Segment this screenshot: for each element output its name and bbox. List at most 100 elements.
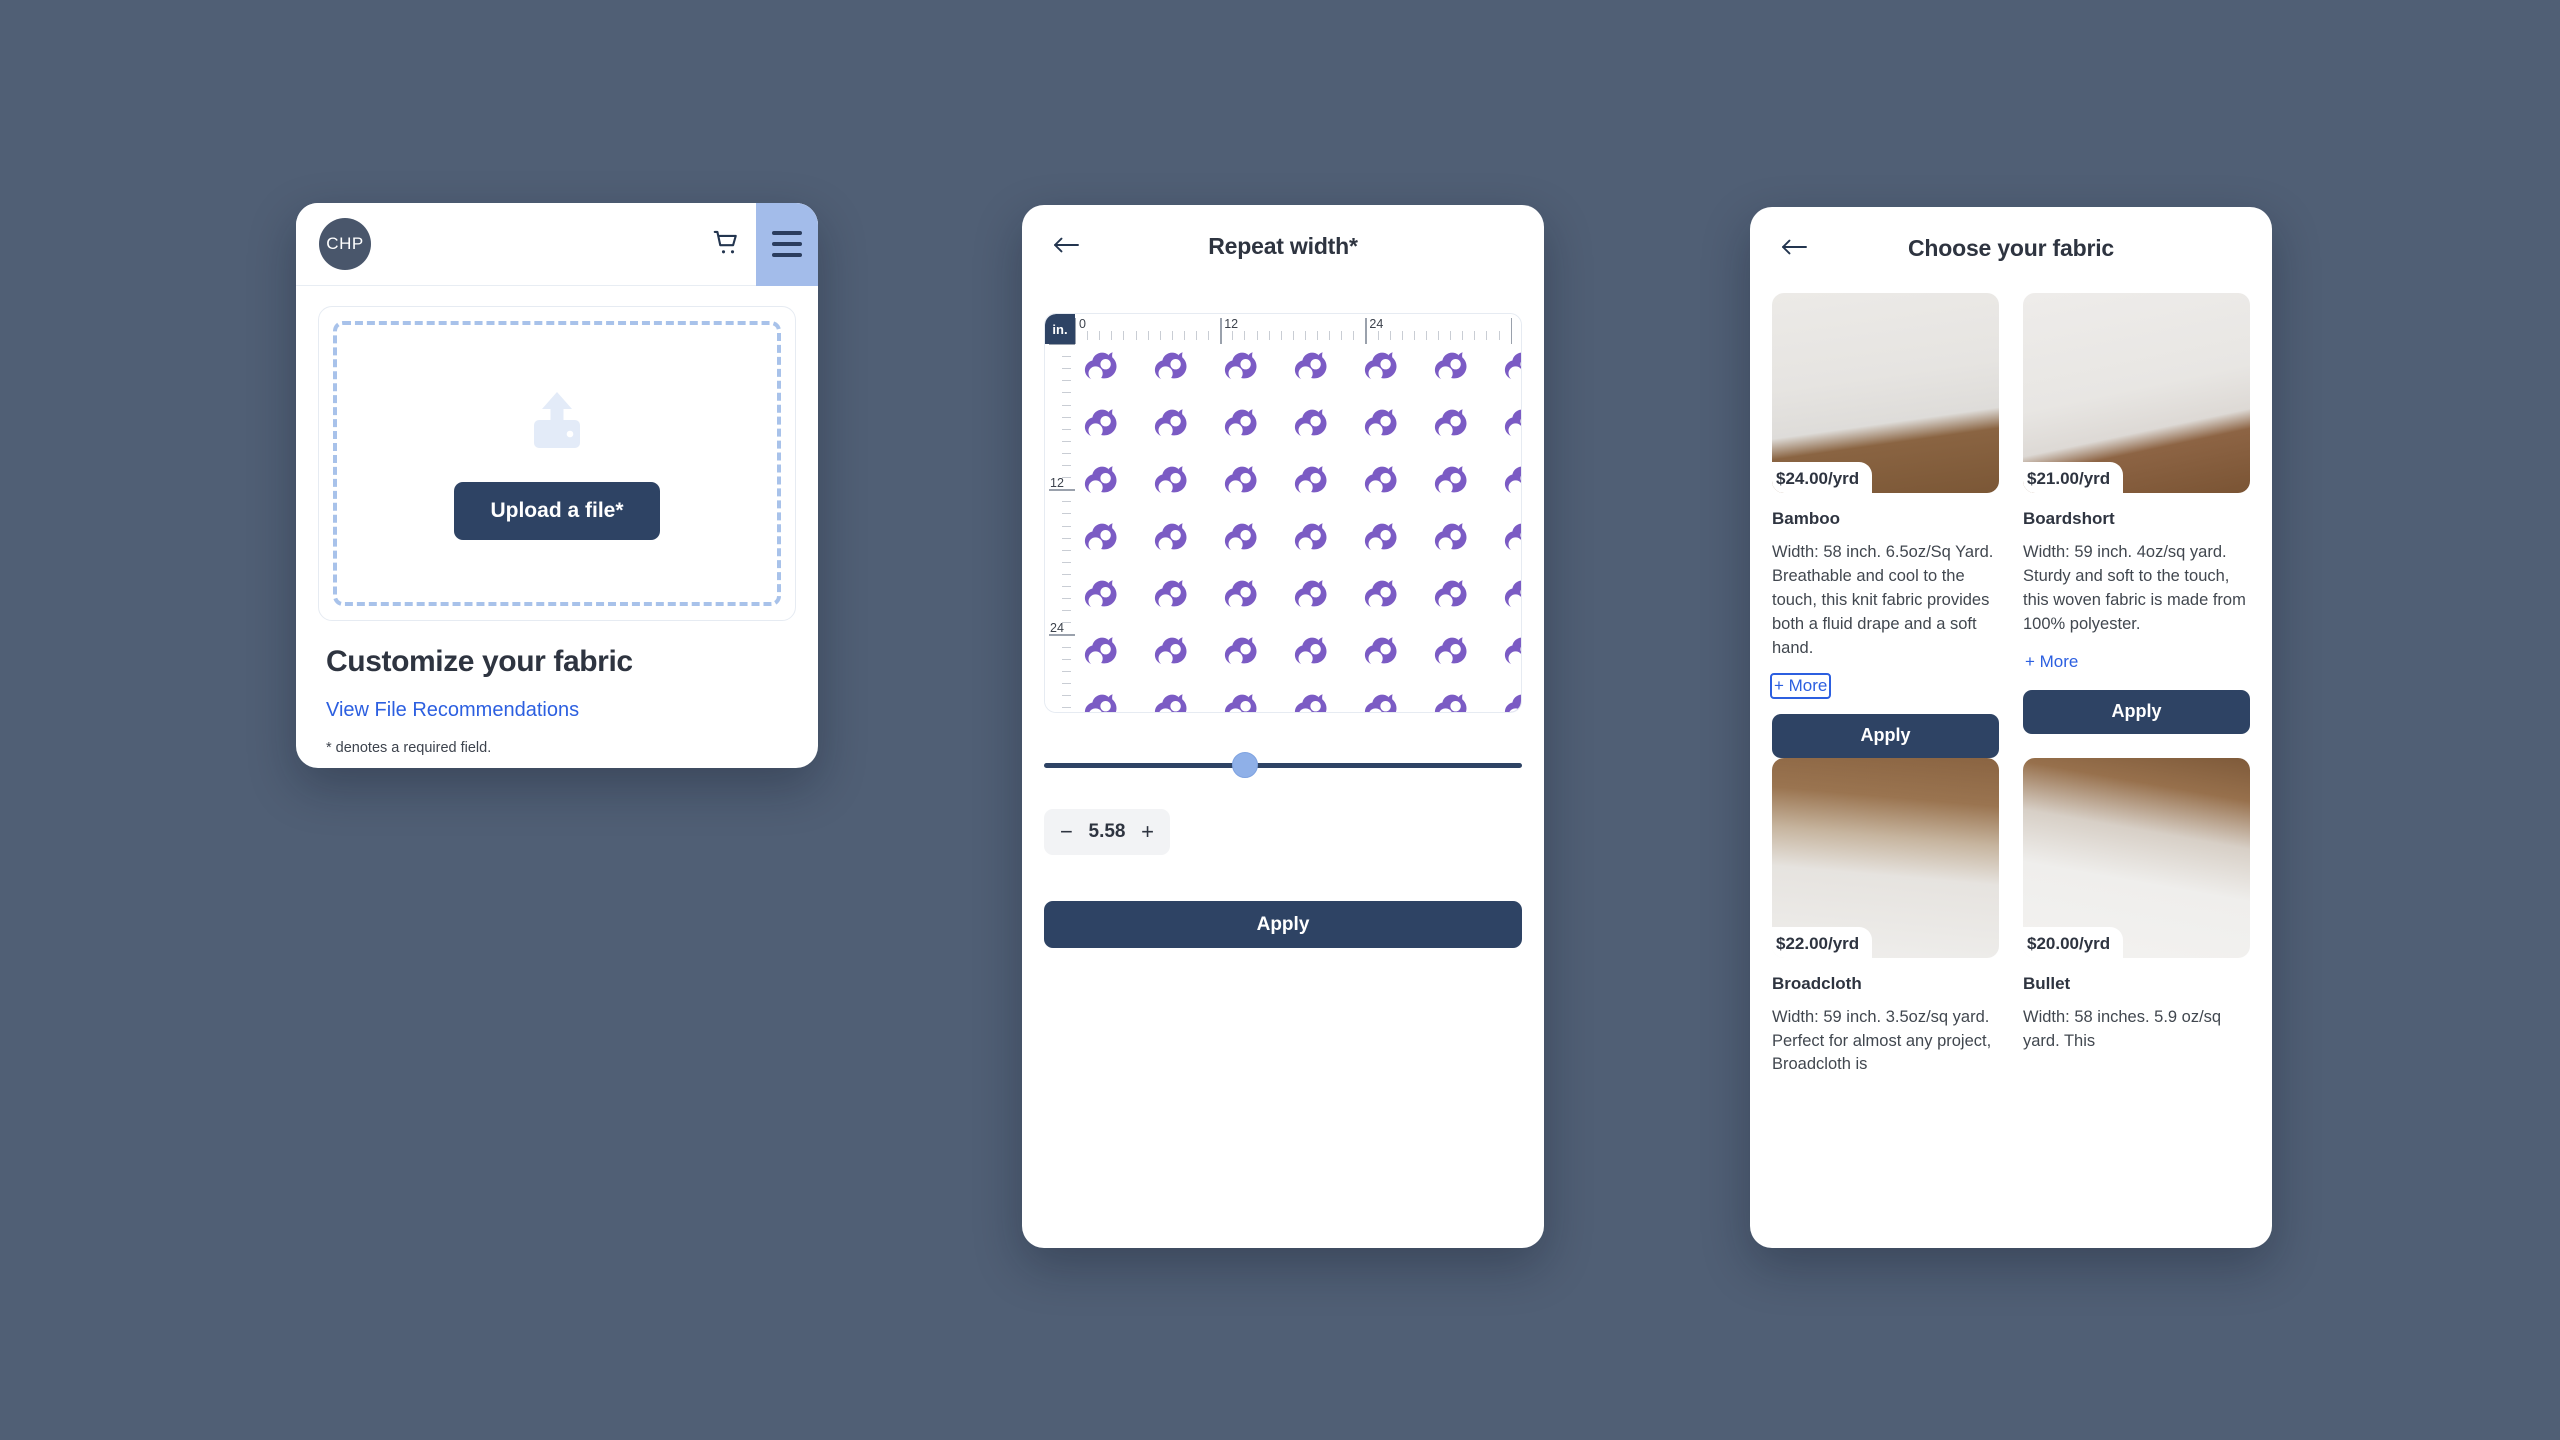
pattern-motif <box>1151 576 1191 616</box>
pattern-motif <box>1221 405 1261 445</box>
ruler-tick <box>1365 318 1367 344</box>
pattern-motif <box>1221 576 1261 616</box>
apply-button[interactable]: Apply <box>1772 713 1999 758</box>
fabric-swatch[interactable]: $24.00/yrd <box>1772 293 1999 493</box>
fabric-description: Width: 59 inch. 3.5oz/sq yard. Perfect f… <box>1772 1007 1992 1074</box>
pattern-motif <box>1431 462 1471 502</box>
ruler-tick <box>1317 331 1318 340</box>
ruler-tick <box>1062 356 1071 358</box>
shopping-cart-icon <box>712 228 742 261</box>
pattern-motif <box>1221 690 1261 712</box>
fabric-card[interactable]: $21.00/yrd Boardshort Width: 59 inch. 4oz/… <box>2023 293 2250 734</box>
pattern-motif <box>1431 576 1471 616</box>
ruler-tick <box>1062 501 1071 503</box>
hamburger-menu-icon-bar <box>772 242 802 246</box>
choose-fabric-panel: Choose your fabric $24.00/yrd Bamboo Width… <box>1750 207 2272 1248</box>
logo-badge[interactable]: CHP <box>319 218 371 270</box>
ruler-tick <box>1062 440 1071 442</box>
hamburger-menu-icon-bar <box>772 253 802 257</box>
pattern-motif <box>1081 690 1121 712</box>
horizontal-ruler: 0 12 24 <box>1045 314 1521 344</box>
ruler-tick <box>1147 331 1149 340</box>
ruler-tick <box>1062 513 1071 515</box>
ruler-tick <box>1062 452 1071 454</box>
pattern-motif <box>1501 348 1521 388</box>
pattern-motif <box>1081 633 1121 673</box>
price-badge: $20.00/yrd <box>2023 926 2124 958</box>
ruler-tick <box>1062 549 1071 551</box>
apply-button[interactable]: Apply <box>1044 901 1522 948</box>
ruler-tick <box>1123 331 1125 340</box>
ruler-tick <box>1062 694 1071 696</box>
ruler-label: 24 <box>1050 621 1064 636</box>
back-button[interactable] <box>1048 228 1084 264</box>
fabric-card[interactable]: $20.00/yrd Bullet Width: 58 inches. 5.9 oz… <box>2023 757 2250 1054</box>
fabric-swatch[interactable]: $20.00/yrd <box>2023 757 2250 958</box>
decrement-button[interactable]: − <box>1058 821 1075 843</box>
ruler-label: 0 <box>1079 317 1086 331</box>
repeat-width-slider[interactable] <box>1044 751 1522 779</box>
pattern-motif <box>1501 576 1521 616</box>
ruler-tick <box>1111 331 1113 340</box>
pattern-motif <box>1361 348 1401 388</box>
ruler-tick <box>1087 331 1089 340</box>
pattern-motif <box>1151 405 1191 445</box>
ruler-tick <box>1268 331 1270 340</box>
view-file-recommendations-link[interactable]: View File Recommendations <box>326 699 579 722</box>
more-link[interactable]: + More <box>1769 672 1832 699</box>
app-header: CHP <box>296 203 818 286</box>
back-button[interactable] <box>1776 230 1812 266</box>
ruler-tick <box>1062 598 1071 600</box>
screen: CHP Upload a file* Customize your fabric… <box>0 0 2560 1440</box>
shopping-cart-button[interactable] <box>698 203 756 286</box>
fabric-card[interactable]: $24.00/yrd Bamboo Width: 58 inch. 6.5oz/Sq… <box>1769 293 1999 758</box>
ruler-tick <box>1075 318 1077 344</box>
slider-track <box>1044 762 1522 768</box>
ruler-tick <box>1159 331 1161 340</box>
ruler-tick <box>1062 610 1071 612</box>
pattern-motif <box>1081 576 1121 616</box>
price-badge: $21.00/yrd <box>2023 462 2124 493</box>
ruler-tick <box>1062 404 1071 406</box>
hamburger-menu-button[interactable] <box>756 203 818 286</box>
ruler-tick <box>1062 368 1071 370</box>
upload-file-button[interactable]: Upload a file* <box>454 481 660 540</box>
fabric-card[interactable]: $22.00/yrd Broadcloth Width: 59 inch. 3.5o… <box>1772 757 1999 1078</box>
pattern-motif <box>1361 690 1401 712</box>
stepper-value: 5.58 <box>1088 821 1126 842</box>
ruler-tick <box>1208 331 1210 340</box>
ruler-tick <box>1304 331 1306 340</box>
more-link[interactable]: + More <box>2023 651 2080 673</box>
ruler-tick <box>1183 331 1185 340</box>
increment-button[interactable]: + <box>1139 821 1156 843</box>
pattern-motif <box>1151 633 1191 673</box>
fabric-description: Width: 58 inch. 6.5oz/Sq Yard. Breathabl… <box>1772 543 1994 657</box>
fabric-swatch[interactable]: $21.00/yrd <box>2023 293 2250 493</box>
pattern-motif <box>1361 633 1401 673</box>
ruler-tick <box>1389 331 1391 340</box>
pattern-motif <box>1291 519 1331 559</box>
fabric-name: Bamboo <box>1772 509 1840 528</box>
ruler-tick <box>1062 658 1071 660</box>
arrow-left-icon <box>1780 238 1808 259</box>
ruler-tick <box>1329 331 1331 340</box>
pattern-motif <box>1221 462 1261 502</box>
pattern-motif <box>1431 405 1471 445</box>
pattern-motif <box>1081 405 1121 445</box>
page-title: Customize your fabric <box>326 645 633 678</box>
pattern-motif <box>1501 405 1521 445</box>
slider-thumb[interactable] <box>1231 752 1258 778</box>
pattern-canvas[interactable]: 0 12 24 0 12 24 in. <box>1044 313 1522 713</box>
ruler-tick <box>1062 682 1071 684</box>
pattern-motif <box>1151 519 1191 559</box>
pattern-motif <box>1221 633 1261 673</box>
ruler-tick <box>1486 331 1488 340</box>
apply-button[interactable]: Apply <box>2023 689 2250 734</box>
pattern-motif <box>1431 519 1471 559</box>
fabric-swatch[interactable]: $22.00/yrd <box>1772 757 1999 958</box>
price-badge: $22.00/yrd <box>1772 926 1873 958</box>
unit-badge: in. <box>1045 314 1075 344</box>
modal-header: Repeat width* <box>1022 205 1544 287</box>
file-dropzone[interactable]: Upload a file* <box>333 321 781 606</box>
ruler-tick <box>1062 416 1071 418</box>
